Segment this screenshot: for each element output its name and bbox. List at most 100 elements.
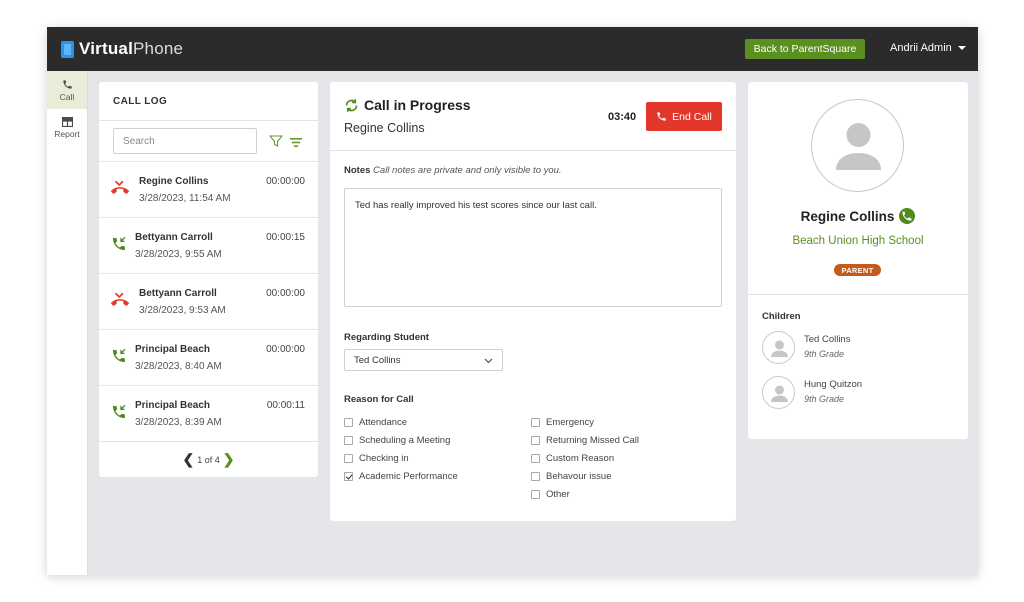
chevron-down-icon bbox=[484, 356, 493, 367]
child-item[interactable]: Ted Collins 9th Grade bbox=[762, 331, 962, 365]
reason-checkbox-attendance[interactable]: Attendance bbox=[344, 417, 407, 428]
child-name: Hung Quitzon bbox=[804, 379, 863, 390]
checkbox[interactable] bbox=[531, 436, 540, 445]
reason-checkbox-custom[interactable]: Custom Reason bbox=[531, 453, 614, 464]
caret-down-icon bbox=[957, 46, 966, 50]
divider bbox=[330, 150, 736, 151]
logo-text: VirtualPhone bbox=[79, 39, 184, 58]
page-indicator: 1 of 4 bbox=[197, 454, 220, 465]
call-status-title: Call in Progress bbox=[364, 97, 471, 113]
filter-icon[interactable] bbox=[268, 134, 284, 152]
checkbox[interactable] bbox=[531, 418, 540, 427]
reason-checkbox-other[interactable]: Other bbox=[531, 489, 570, 500]
checkbox-label: Attendance bbox=[359, 417, 408, 428]
top-bar: VirtualPhone Back to ParentSquare Andrii… bbox=[47, 27, 978, 71]
checkbox-label: Custom Reason bbox=[546, 453, 615, 464]
call-contact-name: Regine Collins bbox=[344, 121, 425, 135]
call-duration: 00:00:00 bbox=[266, 176, 305, 187]
call-log-row[interactable]: Bettyann Carroll 3/28/2023, 9:55 AM 00:0… bbox=[99, 217, 318, 273]
reason-checkbox-behaviour[interactable]: Behavour issue bbox=[531, 471, 611, 482]
call-timer: 03:40 bbox=[608, 111, 637, 123]
divider bbox=[99, 120, 318, 121]
nav-label-report: Report bbox=[54, 129, 80, 139]
phone-icon bbox=[62, 79, 72, 89]
phone-icon bbox=[657, 112, 666, 121]
user-menu[interactable]: Andrii Admin bbox=[890, 42, 966, 54]
notes-textarea[interactable]: Ted has really improved his test scores … bbox=[344, 188, 722, 307]
chevron-left-icon[interactable]: ❮ bbox=[183, 451, 195, 468]
call-datetime: 3/28/2023, 9:55 AM bbox=[135, 249, 222, 260]
checkbox[interactable] bbox=[531, 490, 540, 499]
end-call-button[interactable]: End Call bbox=[646, 102, 722, 131]
missed-call-icon bbox=[111, 292, 129, 313]
children-label: Children bbox=[762, 311, 801, 322]
contact-name: Regine Collins bbox=[800, 208, 895, 224]
reason-for-call-label: Reason for Call bbox=[344, 394, 414, 405]
app-window: VirtualPhone Back to ParentSquare Andrii… bbox=[47, 27, 978, 575]
app-logo[interactable]: VirtualPhone bbox=[61, 39, 183, 59]
reason-checkbox-academic[interactable]: Academic Performance bbox=[344, 471, 458, 482]
sort-icon[interactable] bbox=[290, 135, 302, 153]
regarding-student-select[interactable]: Ted Collins bbox=[344, 349, 503, 371]
checkbox[interactable] bbox=[531, 472, 540, 481]
user-icon bbox=[771, 340, 788, 357]
call-datetime: 3/28/2023, 9:53 AM bbox=[139, 305, 226, 316]
reason-checkbox-emergency[interactable]: Emergency bbox=[531, 417, 594, 428]
call-datetime: 3/28/2023, 11:54 AM bbox=[139, 193, 231, 204]
caller-name: Principal Beach bbox=[135, 344, 211, 355]
nav-item-call[interactable]: Call bbox=[47, 71, 87, 109]
nav-item-report[interactable]: Report bbox=[47, 109, 87, 147]
checkbox-label: Checking in bbox=[359, 453, 409, 464]
checkbox-label: Behavour issue bbox=[546, 471, 612, 482]
table-icon bbox=[61, 117, 73, 127]
reason-checkbox-checking-in[interactable]: Checking in bbox=[344, 453, 409, 464]
call-log-row[interactable]: Principal Beach 3/28/2023, 8:39 AM 00:00… bbox=[99, 385, 318, 441]
sync-icon bbox=[344, 98, 359, 118]
regarding-student-label: Regarding Student bbox=[344, 332, 429, 343]
call-duration: 00:00:11 bbox=[266, 400, 305, 411]
chevron-right-icon[interactable]: ❯ bbox=[223, 451, 235, 468]
call-panel: Call in Progress Regine Collins 03:40 En… bbox=[330, 82, 736, 521]
checkbox-label: Scheduling a Meeting bbox=[359, 435, 451, 446]
checkbox[interactable] bbox=[344, 418, 353, 427]
checkbox-label: Returning Missed Call bbox=[546, 435, 639, 446]
call-log-panel: CALL LOG Regine Collins 3/28/2023, 11:54… bbox=[99, 82, 318, 477]
caller-name: Bettyann Carroll bbox=[139, 288, 217, 299]
call-log-row[interactable]: Bettyann Carroll 3/28/2023, 9:53 AM 00:0… bbox=[99, 273, 318, 329]
back-to-parentsquare-button[interactable]: Back to ParentSquare bbox=[745, 39, 865, 59]
call-log-row[interactable]: Regine Collins 3/28/2023, 11:54 AM 00:00… bbox=[99, 161, 318, 217]
checkbox-label: Emergency bbox=[546, 417, 595, 428]
checkbox[interactable] bbox=[344, 454, 353, 463]
caller-name: Regine Collins bbox=[139, 176, 209, 187]
role-badge: PARENT bbox=[834, 264, 881, 276]
divider bbox=[99, 441, 318, 442]
checkbox-checked[interactable] bbox=[344, 472, 353, 481]
reason-checkbox-returning-missed[interactable]: Returning Missed Call bbox=[531, 435, 639, 446]
child-item[interactable]: Hung Quitzon 9th Grade bbox=[762, 376, 962, 410]
checkbox[interactable] bbox=[344, 436, 353, 445]
call-datetime: 3/28/2023, 8:39 AM bbox=[135, 417, 222, 428]
user-name: Andrii Admin bbox=[890, 42, 952, 54]
notes-label: Notes Call notes are private and only vi… bbox=[344, 165, 562, 176]
side-nav: Call Report bbox=[47, 71, 88, 575]
reason-checkbox-scheduling[interactable]: Scheduling a Meeting bbox=[344, 435, 450, 446]
incoming-call-icon bbox=[111, 404, 127, 425]
child-name: Ted Collins bbox=[804, 334, 851, 345]
contact-profile-panel: Regine Collins Beach Union High School P… bbox=[748, 82, 968, 439]
checkbox-label: Academic Performance bbox=[359, 471, 458, 482]
child-grade: 9th Grade bbox=[804, 394, 845, 404]
child-grade: 9th Grade bbox=[804, 349, 845, 359]
call-duration: 00:00:00 bbox=[266, 288, 305, 299]
avatar bbox=[762, 376, 795, 409]
call-log-title: CALL LOG bbox=[113, 96, 168, 107]
divider bbox=[748, 294, 968, 295]
contact-school[interactable]: Beach Union High School bbox=[748, 235, 968, 247]
user-icon bbox=[836, 123, 881, 170]
search-input[interactable] bbox=[113, 128, 257, 154]
checkbox[interactable] bbox=[531, 454, 540, 463]
caller-name: Bettyann Carroll bbox=[135, 232, 213, 243]
call-log-row[interactable]: Principal Beach 3/28/2023, 8:40 AM 00:00… bbox=[99, 329, 318, 385]
active-call-icon bbox=[899, 208, 916, 224]
pagination: ❮ 1 of 4 ❯ bbox=[99, 451, 318, 468]
avatar bbox=[811, 99, 904, 192]
